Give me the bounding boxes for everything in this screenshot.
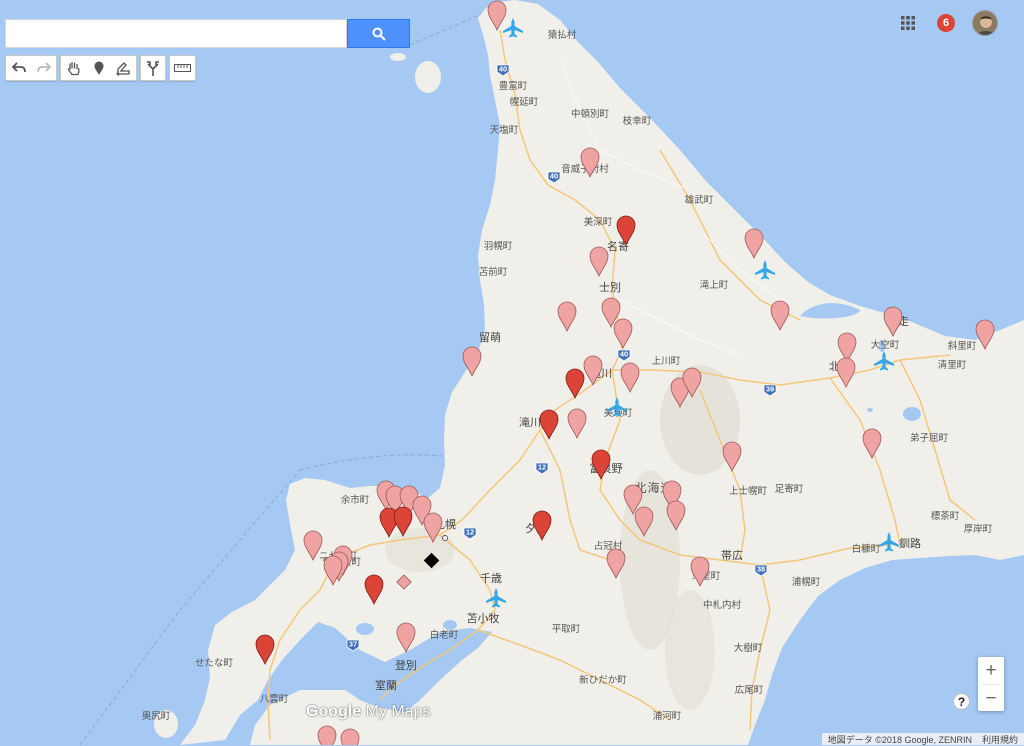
zoom-control: + − — [978, 657, 1004, 711]
map-canvas[interactable]: 4040403912123837 猿払村豊富町幌延町中頓別町枝幸町天塩町音威子府… — [0, 0, 1024, 745]
directions-group — [140, 55, 166, 81]
svg-text:40: 40 — [550, 172, 558, 181]
place-label: 士別 — [599, 281, 621, 294]
lake-toya — [356, 623, 374, 635]
map-attribution: 地図データ ©2018 Google, ZENRIN 利用規約 — [821, 733, 1024, 746]
place-label: 平取町 — [552, 624, 581, 635]
draw-line-icon — [116, 61, 130, 75]
place-label: 登別 — [395, 658, 417, 672]
attribution-text: 地図データ ©2018 Google, ZENRIN — [827, 734, 972, 745]
help-button[interactable]: ? — [953, 693, 970, 710]
place-label: 浦幌町 — [792, 576, 821, 588]
place-label: 余市町 — [341, 494, 370, 506]
place-label: 足寄町 — [775, 483, 804, 495]
measure-group — [169, 55, 196, 81]
place-label: 帯広 — [721, 549, 743, 562]
place-label: 弟子屈町 — [910, 432, 949, 444]
undo-icon — [11, 62, 26, 73]
hand-icon — [67, 61, 79, 75]
place-label: 滝川 — [519, 416, 541, 429]
google-my-maps-logo: Google My Maps — [306, 703, 431, 720]
svg-text:38: 38 — [757, 565, 765, 574]
place-label: 枝幸町 — [623, 115, 652, 127]
terms-link[interactable]: 利用規約 — [982, 733, 1018, 746]
place-label: 白糠町 — [852, 543, 881, 555]
place-label: 羽幌町 — [484, 240, 513, 252]
svg-text:12: 12 — [466, 528, 474, 537]
place-label: 幌延町 — [510, 96, 539, 108]
search-button[interactable] — [347, 19, 410, 48]
svg-text:40: 40 — [620, 350, 628, 359]
svg-text:37: 37 — [349, 640, 357, 649]
zoom-in-button[interactable]: + — [978, 657, 1004, 684]
sapporo-dot — [442, 535, 448, 541]
place-label: 大空町 — [871, 339, 900, 351]
lake-shikotsu — [443, 620, 457, 630]
place-label: 八雲町 — [260, 694, 289, 705]
place-label: 天塩町 — [490, 124, 519, 136]
place-label: 滝上町 — [700, 280, 729, 291]
redo-icon — [36, 62, 51, 73]
add-marker-button[interactable] — [86, 56, 111, 80]
place-label: せたな町 — [195, 658, 234, 669]
place-label: 苫小牧 — [467, 611, 500, 625]
place-label: 新ひだか町 — [579, 674, 627, 686]
undo-button[interactable] — [6, 56, 31, 80]
avatar[interactable] — [972, 10, 998, 36]
lake-kussharo — [903, 407, 921, 421]
place-label: 白老町 — [430, 629, 459, 641]
marker-icon — [94, 61, 103, 75]
place-label: 中札内村 — [703, 599, 742, 611]
place-label: 苫前町 — [479, 266, 508, 278]
place-label: 広尾町 — [735, 684, 764, 696]
place-label: 中頓別町 — [571, 108, 610, 120]
place-label: 上士幌町 — [729, 485, 768, 497]
svg-text:40: 40 — [499, 65, 507, 74]
place-label: 厚岸町 — [964, 524, 993, 535]
apps-grid-icon[interactable] — [900, 15, 916, 31]
place-label: 豊富町 — [499, 80, 528, 92]
place-label: 留萌 — [479, 330, 501, 344]
svg-text:39: 39 — [766, 385, 774, 394]
place-label: 標茶町 — [931, 510, 960, 522]
place-label: 大樹町 — [734, 642, 763, 654]
search-input[interactable] — [6, 20, 346, 47]
measure-button[interactable] — [170, 56, 195, 80]
place-label: 浦河町 — [653, 710, 682, 722]
draw-line-button[interactable] — [111, 56, 136, 80]
notifications-badge[interactable]: 6 — [937, 14, 955, 32]
place-label: 清里町 — [938, 359, 967, 371]
place-label: 斜里町 — [948, 340, 977, 352]
place-label: 上川町 — [652, 356, 681, 367]
directions-icon — [147, 60, 159, 76]
search-icon — [372, 27, 386, 41]
place-label: 千歳 — [480, 572, 502, 585]
ruler-icon — [174, 64, 191, 72]
redo-button[interactable] — [31, 56, 56, 80]
pan-button[interactable] — [61, 56, 86, 80]
place-label: 釧路 — [899, 536, 921, 550]
rishiri-island — [415, 61, 441, 93]
draw-tools-group — [60, 55, 137, 81]
undo-redo-group — [5, 55, 57, 81]
place-label: 奥尻町 — [142, 710, 171, 722]
directions-button[interactable] — [141, 56, 165, 80]
rebun-island — [390, 53, 406, 61]
search-box — [5, 19, 347, 48]
place-label: 美深町 — [584, 216, 613, 228]
svg-text:12: 12 — [538, 463, 546, 472]
place-label: 室蘭 — [375, 678, 397, 692]
place-label: 雄武町 — [685, 194, 714, 206]
place-label: 猿払村 — [548, 29, 577, 41]
zoom-out-button[interactable]: − — [978, 685, 1004, 712]
